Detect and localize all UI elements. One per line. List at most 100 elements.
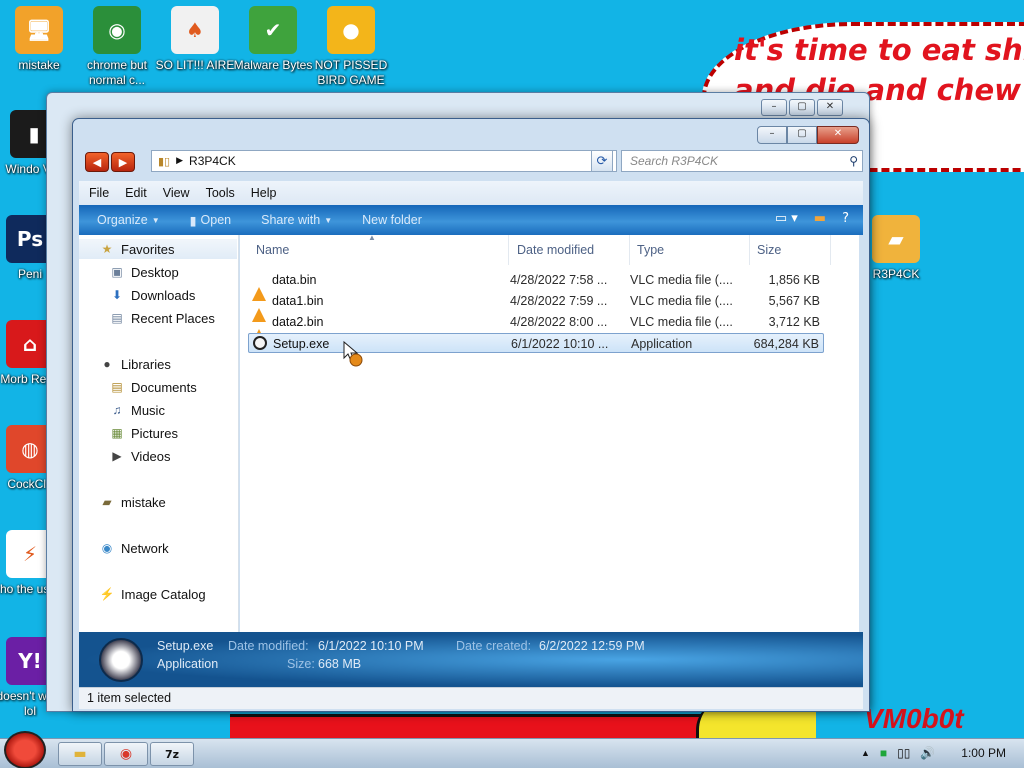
pictures-icon: ▦ bbox=[111, 426, 123, 440]
new-folder-button[interactable]: New folder bbox=[362, 213, 422, 227]
nav-image-catalog[interactable]: ⚡ Image Catalog bbox=[79, 584, 237, 604]
minimize-button[interactable]: – bbox=[757, 126, 787, 144]
file-row-data-bin[interactable]: data.bin 4/28/2022 7:58 ... VLC media fi… bbox=[248, 270, 824, 301]
menu-help[interactable]: Help bbox=[251, 186, 277, 200]
maximize-button[interactable]: ▢ bbox=[787, 126, 817, 144]
maximize-button[interactable]: ▢ bbox=[789, 99, 815, 116]
user-folder-icon: ▰ bbox=[102, 495, 112, 509]
nav-item-label: Documents bbox=[131, 379, 197, 395]
nav-item-documents[interactable]: ▤ Documents bbox=[79, 377, 237, 397]
search-box[interactable]: ⚲ bbox=[621, 150, 863, 172]
details-file-type: Application bbox=[157, 657, 219, 671]
desktop-icon-label: mistake bbox=[18, 58, 60, 72]
hand-cursor-icon bbox=[343, 340, 363, 367]
desktop-icon-so[interactable]: ♠ SO LIT!!! AIRE bbox=[155, 6, 235, 73]
bird-icon: ● bbox=[327, 6, 375, 54]
nav-user[interactable]: ▰ mistake bbox=[79, 492, 237, 512]
file-size: 3,712 KB bbox=[768, 315, 820, 329]
view-options-icon[interactable]: ▭ ▾ bbox=[775, 211, 798, 226]
desktop-icon-mistake[interactable]: 🖥 mistake bbox=[0, 6, 79, 73]
file-row-data1-bin[interactable]: data1.bin 4/28/2022 7:59 ... VLC media f… bbox=[248, 291, 824, 322]
start-button[interactable] bbox=[4, 731, 46, 768]
file-size: 684,284 KB bbox=[753, 337, 819, 351]
network-tray-icon[interactable]: ■ bbox=[880, 746, 887, 760]
documents-icon: ▤ bbox=[111, 380, 123, 394]
nav-network-label: Network bbox=[121, 540, 169, 556]
battery-tray-icon[interactable]: ▯▯ bbox=[897, 746, 910, 760]
preview-pane-icon[interactable]: ▬ bbox=[814, 211, 826, 226]
taskbar-explorer-button[interactable]: ▬ bbox=[58, 742, 102, 766]
nav-item-music[interactable]: ♫ Music bbox=[79, 400, 237, 420]
downloads-icon: ⬇ bbox=[111, 288, 123, 302]
desktop-icon-malware[interactable]: ✔ Malware Bytes bbox=[233, 6, 313, 73]
column-name[interactable]: Name bbox=[256, 243, 289, 257]
wallpaper-red-area bbox=[230, 714, 710, 740]
column-size[interactable]: Size bbox=[757, 243, 781, 257]
nav-libraries[interactable]: ● Libraries bbox=[79, 354, 237, 374]
close-button[interactable]: ✕ bbox=[817, 126, 859, 144]
desktop-icon-chrome[interactable]: ◉ chrome but normal c... bbox=[77, 6, 157, 88]
nav-item-recent-places[interactable]: ▤ Recent Places bbox=[79, 308, 237, 328]
file-name: data1.bin bbox=[272, 294, 324, 308]
file-row-data2-bin[interactable]: data2.bin 4/28/2022 8:00 ... VLC media f… bbox=[248, 312, 824, 343]
desktop-icon-not[interactable]: ● NOT PISSED BIRD GAME bbox=[311, 6, 391, 88]
address-bar[interactable]: ▮▯ ▶ R3P4CK ▼ bbox=[151, 150, 617, 172]
column-divider[interactable] bbox=[629, 235, 630, 265]
share-with-label: Share with bbox=[261, 213, 321, 227]
cards-icon: ♠ bbox=[171, 6, 219, 54]
column-date-modified[interactable]: Date modified bbox=[517, 243, 594, 257]
refresh-button[interactable]: ⟳ bbox=[591, 150, 613, 172]
nav-network[interactable]: ◉ Network bbox=[79, 538, 237, 558]
nav-item-pictures[interactable]: ▦ Pictures bbox=[79, 423, 237, 443]
status-text: 1 item selected bbox=[87, 691, 172, 705]
nav-favorites[interactable]: ★ Favorites bbox=[79, 239, 237, 259]
file-size: 1,856 KB bbox=[768, 273, 820, 287]
help-icon[interactable]: ? bbox=[842, 211, 849, 226]
nav-arrows: ◀ ▶ bbox=[85, 152, 135, 172]
nav-item-videos[interactable]: ▶ Videos bbox=[79, 446, 237, 466]
column-type[interactable]: Type bbox=[637, 243, 664, 257]
menu-file[interactable]: File bbox=[89, 186, 109, 200]
minimize-button[interactable]: – bbox=[761, 99, 787, 116]
new-folder-label: New folder bbox=[362, 213, 422, 227]
back-button[interactable]: ◀ bbox=[85, 152, 109, 172]
organize-button[interactable]: Organize ▼ bbox=[97, 213, 160, 227]
column-divider[interactable] bbox=[830, 235, 831, 265]
taskbar-7zip-button[interactable]: 7z bbox=[150, 742, 194, 766]
nav-user-label: mistake bbox=[121, 494, 166, 510]
menu-edit[interactable]: Edit bbox=[125, 186, 147, 200]
search-input[interactable] bbox=[630, 154, 840, 168]
close-button[interactable]: ✕ bbox=[817, 99, 843, 116]
menu-view[interactable]: View bbox=[163, 186, 190, 200]
taskbar-chrome-button[interactable]: ◉ bbox=[104, 742, 148, 766]
volume-tray-icon[interactable]: 🔊 bbox=[920, 746, 935, 760]
nav-item-desktop[interactable]: ▣ Desktop bbox=[79, 262, 237, 282]
star-icon: ★ bbox=[101, 242, 113, 256]
open-button[interactable]: ▮ Open bbox=[190, 213, 231, 228]
file-name: data.bin bbox=[272, 273, 317, 287]
file-date: 6/1/2022 10:10 ... bbox=[511, 337, 609, 351]
open-label: Open bbox=[200, 213, 232, 227]
vlc-icon bbox=[252, 272, 268, 301]
nav-item-downloads[interactable]: ⬇ Downloads bbox=[79, 285, 237, 305]
column-divider[interactable] bbox=[749, 235, 750, 265]
forward-button[interactable]: ▶ bbox=[111, 152, 135, 172]
column-headers: ▲ Name Date modified Type Size bbox=[240, 233, 859, 265]
column-divider[interactable] bbox=[508, 235, 509, 265]
clock[interactable]: 1:00 PM bbox=[961, 746, 1006, 760]
address-path[interactable]: R3P4CK bbox=[189, 154, 236, 168]
file-row-setup-exe[interactable]: Setup.exe 6/1/2022 10:10 ... Application… bbox=[248, 333, 824, 353]
organize-label: Organize bbox=[97, 213, 148, 227]
breadcrumb-separator-icon: ▶ bbox=[176, 156, 184, 166]
folder-path-icon: ▮▯ bbox=[158, 154, 171, 168]
chrome-icon: ◉ bbox=[119, 746, 133, 762]
network-icon: ◉ bbox=[101, 541, 113, 555]
menu-tools[interactable]: Tools bbox=[206, 186, 235, 200]
file-type: VLC media file (.... bbox=[630, 273, 733, 287]
share-with-button[interactable]: Share with ▼ bbox=[261, 213, 332, 227]
vlc-icon bbox=[252, 314, 268, 343]
tray-expand-icon[interactable]: ▲ bbox=[861, 748, 870, 758]
explorer-window[interactable]: – ▢ ✕ ◀ ▶ ▮▯ ▶ R3P4CK ▼ ⟳ ⚲ File Edit Vi… bbox=[72, 118, 870, 712]
desktop-icon-label: Peni bbox=[17, 267, 43, 281]
search-icon[interactable]: ⚲ bbox=[849, 154, 858, 168]
